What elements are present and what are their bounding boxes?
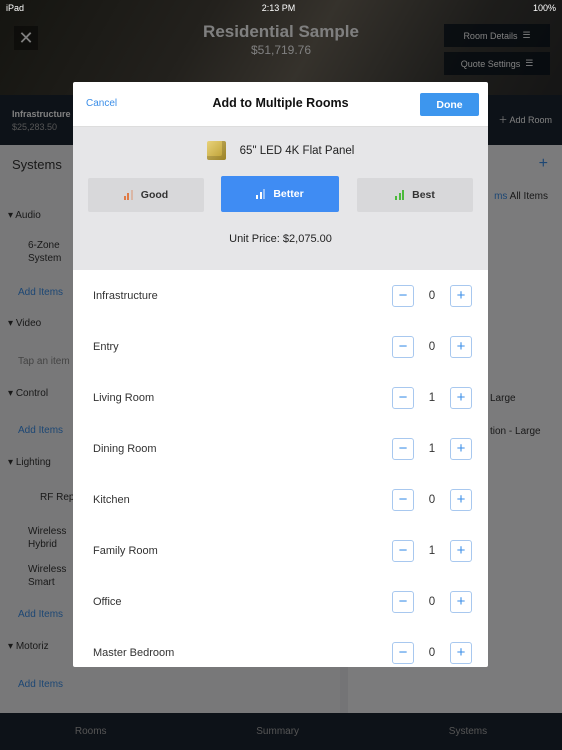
room-row: Family Room − 1 + [73,525,488,576]
room-name: Kitchen [93,493,130,506]
decrement-button[interactable]: − [392,590,414,613]
room-row: Entry − 0 + [73,321,488,372]
product-options: 65" LED 4K Flat Panel Good Better Best U… [73,127,488,270]
room-name: Dining Room [93,442,157,455]
room-name: Infrastructure [93,289,158,302]
clock: 2:13 PM [261,3,296,13]
device-label: iPad [6,3,25,13]
room-row: Infrastructure − 0 + [73,270,488,321]
product-name: 65" LED 4K Flat Panel [239,144,355,157]
quantity-value: 0 [428,340,436,353]
room-row: Master Bedroom − 0 + [73,627,488,667]
add-to-multiple-rooms-dialog: Cancel Add to Multiple Rooms Done 65" LE… [73,82,488,667]
room-row: Office − 0 + [73,576,488,627]
decrement-button[interactable]: − [392,488,414,511]
tier-label: Best [412,189,435,201]
signal-medium-icon [256,189,266,199]
tier-label: Good [140,189,169,201]
cancel-button[interactable]: Cancel [86,98,117,109]
signal-low-icon [123,190,133,200]
decrement-button[interactable]: − [392,284,414,307]
increment-button[interactable]: + [450,335,472,358]
decrement-button[interactable]: − [392,437,414,460]
tier-best-button[interactable]: Best [357,178,473,212]
increment-button[interactable]: + [450,386,472,409]
quantity-value: 0 [428,289,436,302]
increment-button[interactable]: + [450,284,472,307]
quantity-value: 0 [428,646,436,659]
increment-button[interactable]: + [450,488,472,511]
increment-button[interactable]: + [450,437,472,460]
dialog-header: Cancel Add to Multiple Rooms Done [73,82,488,127]
signal-high-icon [395,190,405,200]
tier-better-button[interactable]: Better [221,176,339,212]
quantity-value: 1 [428,391,436,404]
room-name: Living Room [93,391,155,404]
battery-label: 100% [532,3,556,13]
room-row: Kitchen − 0 + [73,474,488,525]
room-name: Office [93,595,122,608]
decrement-button[interactable]: − [392,539,414,562]
quantity-value: 1 [428,544,436,557]
room-row: Living Room − 1 + [73,372,488,423]
status-bar: iPad 2:13 PM 100% [0,0,562,16]
room-name: Family Room [93,544,158,557]
tier-good-button[interactable]: Good [88,178,204,212]
done-button[interactable]: Done [420,93,479,116]
product-box-icon [206,141,226,160]
room-row: Dining Room − 1 + [73,423,488,474]
quantity-value: 0 [428,595,436,608]
increment-button[interactable]: + [450,590,472,613]
decrement-button[interactable]: − [392,641,414,664]
room-quantity-list: Infrastructure −0 + Entry −0 + Living Room −1 + D… [73,270,488,667]
decrement-button[interactable]: − [392,335,414,358]
increment-button[interactable]: + [450,641,472,664]
quantity-value: 0 [428,493,436,506]
room-name: Entry [93,340,119,353]
tier-label: Better [273,188,304,200]
decrement-button[interactable]: − [392,386,414,409]
room-name: Master Bedroom [93,646,175,659]
quantity-value: 1 [428,442,436,455]
unit-price: Unit Price: $2,075.00 [229,233,332,245]
increment-button[interactable]: + [450,539,472,562]
